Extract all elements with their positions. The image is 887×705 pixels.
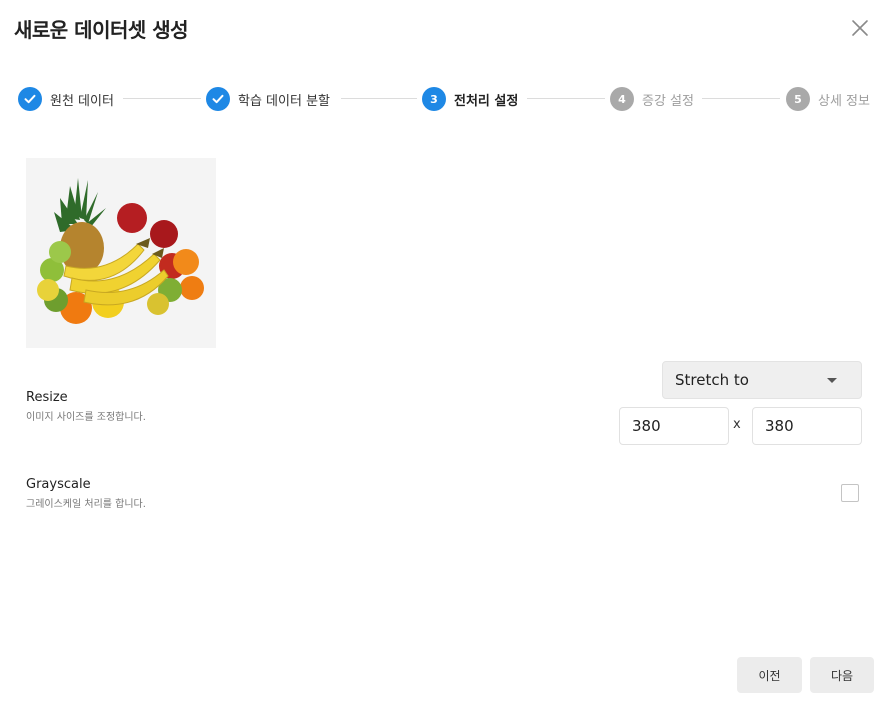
dimension-separator: x	[733, 417, 741, 432]
resize-width-input[interactable]	[619, 407, 729, 445]
grayscale-checkbox[interactable]	[841, 484, 859, 502]
stepper: 원천 데이터 학습 데이터 분할 3 전처리 설정 4 증강 설정 5 상세 정…	[0, 86, 887, 112]
resize-mode-value: Stretch to	[675, 371, 749, 389]
step-number: 3	[422, 87, 446, 111]
grayscale-title: Grayscale	[26, 477, 91, 492]
resize-mode-select[interactable]: Stretch to	[662, 361, 862, 399]
preview-image	[26, 158, 216, 348]
close-icon[interactable]	[849, 17, 871, 39]
next-button[interactable]: 다음	[810, 657, 874, 693]
step-details[interactable]: 5 상세 정보	[786, 86, 870, 112]
step-augmentation[interactable]: 4 증강 설정	[610, 86, 694, 112]
step-number: 5	[786, 87, 810, 111]
check-icon	[18, 87, 42, 111]
resize-height-input[interactable]	[752, 407, 862, 445]
step-label: 전처리 설정	[454, 93, 519, 109]
resize-description: 이미지 사이즈를 조정합니다.	[26, 412, 146, 423]
step-label: 원천 데이터	[50, 93, 114, 109]
step-preprocessing[interactable]: 3 전처리 설정	[422, 86, 518, 112]
step-label: 증강 설정	[642, 93, 694, 109]
step-connector	[527, 98, 605, 99]
grayscale-description: 그레이스케일 처리를 합니다.	[26, 499, 146, 510]
resize-title: Resize	[26, 390, 68, 405]
step-connector	[123, 98, 201, 99]
step-number: 4	[610, 87, 634, 111]
dialog-title: 새로운 데이터셋 생성	[14, 18, 189, 42]
step-label: 학습 데이터 분할	[238, 93, 330, 109]
prev-button[interactable]: 이전	[737, 657, 802, 693]
step-data-split[interactable]: 학습 데이터 분할	[206, 86, 330, 112]
step-source-data[interactable]: 원천 데이터	[18, 86, 114, 112]
step-connector	[702, 98, 780, 99]
caret-down-icon	[827, 377, 837, 383]
step-connector	[341, 98, 417, 99]
check-icon	[206, 87, 230, 111]
step-label: 상세 정보	[818, 93, 870, 109]
